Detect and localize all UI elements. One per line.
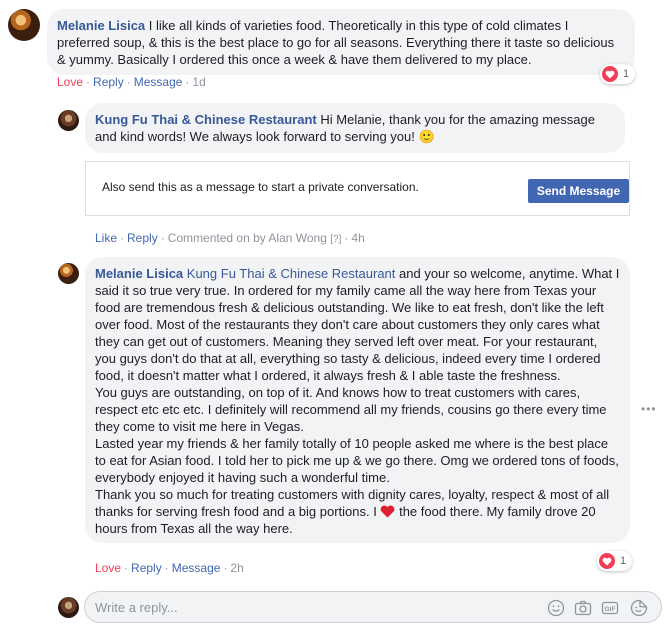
avatar[interactable]: [58, 110, 79, 131]
reply-actions: Like · Reply · Commented on by Alan Wong [?]…: [95, 231, 365, 245]
heart-reaction-icon: [602, 66, 618, 82]
reply-actions: Love · Reply · Message · 2h: [95, 561, 244, 575]
comment-actions: Love · Reply · Message · 1d: [57, 75, 206, 89]
reply-composer[interactable]: GIF: [84, 591, 662, 623]
send-message-button[interactable]: Send Message: [528, 179, 629, 203]
sticker-icon[interactable]: [630, 599, 648, 617]
reply-input[interactable]: [95, 598, 525, 616]
smiley-emoji: 🙂: [418, 130, 435, 145]
comment-author[interactable]: Melanie Lisica: [57, 18, 145, 33]
message-link[interactable]: Message: [134, 75, 183, 89]
reply-paragraph: You guys are outstanding, on top of it. …: [95, 385, 607, 434]
reply-paragraph: and your so welcome, anytime. What I sai…: [95, 266, 620, 383]
help-link[interactable]: [?]: [330, 234, 341, 245]
comment-bubble: Melanie Lisica I like all kinds of varie…: [47, 9, 635, 75]
reply-paragraph: Lasted year my friends & her family tota…: [95, 436, 619, 485]
heart-reaction-icon: [599, 553, 615, 569]
reply-author[interactable]: Melanie Lisica: [95, 266, 183, 281]
gif-icon[interactable]: GIF: [601, 599, 619, 617]
timestamp[interactable]: 4h: [351, 231, 364, 245]
send-message-hint: Also send this as a message to start a p…: [102, 180, 419, 194]
smiley-icon[interactable]: [547, 599, 565, 617]
love-link[interactable]: Love: [57, 75, 83, 89]
send-message-prompt: Also send this as a message to start a p…: [85, 161, 630, 216]
heart-emoji-icon: [381, 505, 395, 518]
mention-link[interactable]: Kung Fu Thai & Chinese Restaurant: [187, 266, 396, 281]
avatar[interactable]: [8, 9, 40, 41]
message-link[interactable]: Message: [172, 561, 221, 575]
reply-bubble: Melanie Lisica Kung Fu Thai & Chinese Re…: [85, 257, 630, 543]
timestamp[interactable]: 1d: [192, 75, 205, 89]
reply-author[interactable]: Kung Fu Thai & Chinese Restaurant: [95, 112, 317, 127]
reply-link[interactable]: Reply: [127, 231, 158, 245]
svg-text:GIF: GIF: [605, 606, 616, 613]
camera-icon[interactable]: [574, 599, 592, 617]
more-options-icon[interactable]: •••: [641, 402, 657, 416]
like-link[interactable]: Like: [95, 231, 117, 245]
avatar[interactable]: [58, 263, 79, 284]
avatar: [58, 597, 79, 618]
love-link[interactable]: Love: [95, 561, 121, 575]
timestamp[interactable]: 2h: [230, 561, 243, 575]
reply-bubble: Kung Fu Thai & Chinese Restaurant Hi Mel…: [85, 103, 625, 153]
commented-by: Commented on by Alan Wong: [167, 231, 327, 245]
reply-link[interactable]: Reply: [131, 561, 162, 575]
reaction-count[interactable]: 1: [597, 551, 633, 571]
reaction-count[interactable]: 1: [600, 64, 636, 84]
reply-link[interactable]: Reply: [93, 75, 124, 89]
